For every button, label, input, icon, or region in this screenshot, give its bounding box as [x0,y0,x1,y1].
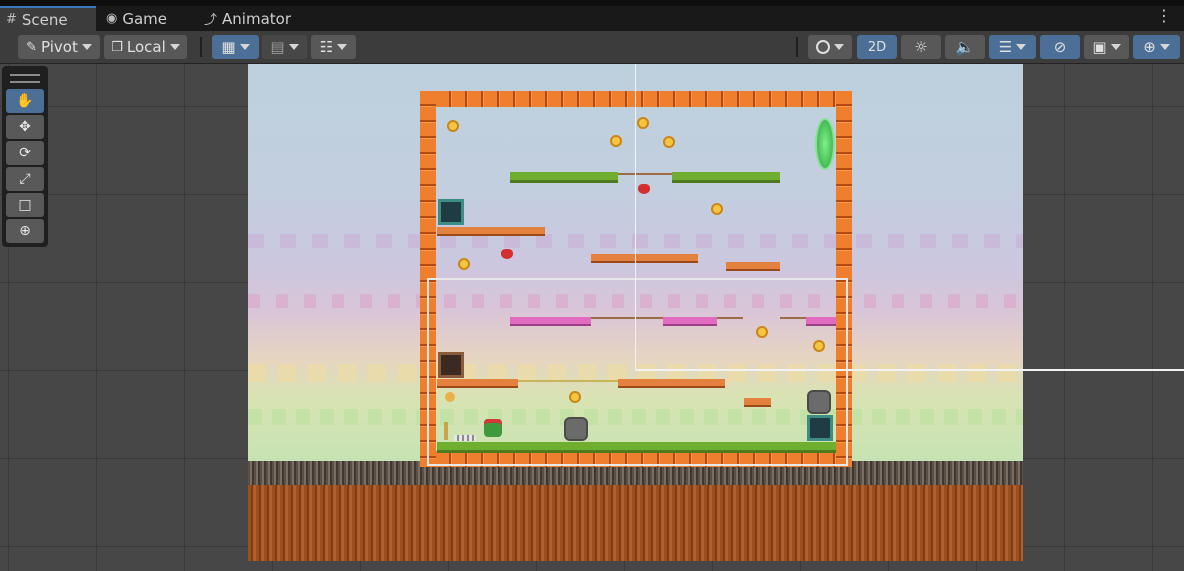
local-icon: ❒ [111,39,123,55]
overlay-drag-handle[interactable] [10,74,40,83]
scene-viewport[interactable] [0,64,1184,571]
increment-snap-icon: ▤ [270,38,285,56]
scale-icon: ⤢ [19,171,31,187]
tab-scene[interactable]: # Scene [0,6,96,31]
red-bird-enemy [501,249,513,259]
hidden-eye-icon: ⊘ [1053,38,1067,56]
chevron-down-icon [834,44,844,50]
coin [610,135,622,147]
tools-overlay: ✋ ✥ ⟳ ⤢ □ ⊕ [2,66,48,247]
coin [711,203,723,215]
local-label: Local [126,38,166,56]
mode-2d-label: 2D [867,39,887,55]
more-options-icon[interactable]: ⋮ [1156,8,1172,24]
shading-mode-dropdown[interactable] [808,35,852,59]
tab-game-label: Game [122,9,167,28]
transform-tool-button[interactable]: ⊕ [6,219,44,243]
chevron-down-icon [1159,44,1170,50]
grass-platform [510,172,618,183]
scale-tool-button[interactable]: ⤢ [6,167,44,191]
chevron-down-icon [169,44,180,50]
grid-icon: # [6,12,17,27]
mode-2d-button[interactable]: 2D [857,35,897,59]
thin-bridge [618,173,672,175]
shading-sphere-icon [816,40,830,54]
checkpoint-box [438,199,464,225]
lighting-toggle-button[interactable]: ☼ [901,35,941,59]
transform-gizmo-x-axis[interactable] [635,369,1184,371]
coin [458,258,470,270]
toolbar-separator [796,37,798,57]
brick-platform [437,227,545,236]
chevron-down-icon [81,44,92,50]
animator-icon: ⤴ [204,13,218,28]
tab-scene-label: Scene [21,10,68,29]
effects-dropdown[interactable]: ☰ [989,35,1036,59]
chevron-down-icon [337,44,348,50]
layers-icon: ☰ [998,38,1013,56]
tab-animator-label: Animator [222,9,291,28]
camera-dropdown[interactable]: ▣ [1084,35,1129,59]
pivot-label: Pivot [41,38,78,56]
audio-toggle-button[interactable]: 🔈 [945,35,985,59]
gizmos-dropdown[interactable]: ⊕ [1133,35,1180,59]
camera-icon: ▣ [1092,38,1107,56]
move-tool-button[interactable]: ✥ [6,115,44,139]
increment-snap-button[interactable]: ▤ [262,35,307,59]
gizmos-icon: ⊕ [1143,38,1156,56]
exit-portal [817,120,833,168]
coin [663,136,675,148]
brick-platform [726,262,780,271]
grid-visibility-button[interactable]: ☷ [311,35,356,59]
hand-icon: ✋ [16,93,34,109]
chevron-down-icon [239,44,250,50]
wall-top [420,91,852,107]
rect-icon: □ [18,197,32,213]
rect-tool-button[interactable]: □ [6,193,44,217]
transform-icon: ⊕ [19,223,31,239]
camera-bounds-frame [427,278,848,466]
rotate-tool-button[interactable]: ⟳ [6,141,44,165]
scene-toolbar: ✎ Pivot ❒ Local ▦ ▤ ☷ 2D ☼ 🔈 ☰ ⊘ ▣ ⊕ [0,31,1184,64]
move-icon: ✥ [19,119,31,135]
local-dropdown[interactable]: ❒ Local [104,35,187,59]
editor-tab-bar: # Scene ◉ Game ⤴ Animator ⋮ [0,0,1184,31]
toolbar-separator [200,37,202,57]
gamepad-icon: ◉ [106,11,118,26]
grass-platform [672,172,780,183]
grid-lines-icon: ☷ [319,38,334,56]
rotate-icon: ⟳ [19,145,31,161]
tab-animator[interactable]: ⤴ Animator [198,6,297,31]
hand-tool-button[interactable]: ✋ [6,89,44,113]
chevron-down-icon [1016,44,1027,50]
pivot-icon: ✎ [26,39,38,55]
coin [447,120,459,132]
scene-visibility-button[interactable]: ⊘ [1040,35,1080,59]
pivot-dropdown[interactable]: ✎ Pivot [18,35,100,59]
transform-gizmo-y-axis[interactable] [635,64,636,371]
brick-platform [591,254,698,263]
grid-snap-button[interactable]: ▦ [212,35,259,59]
chevron-down-icon [1110,44,1121,50]
grid-snap-icon: ▦ [221,38,236,56]
coin [637,117,649,129]
red-bird-enemy [638,184,650,194]
chevron-down-icon [288,44,299,50]
audio-muted-icon: 🔈 [955,38,975,56]
lighting-icon: ☼ [914,38,928,56]
tab-game[interactable]: ◉ Game [100,6,173,31]
